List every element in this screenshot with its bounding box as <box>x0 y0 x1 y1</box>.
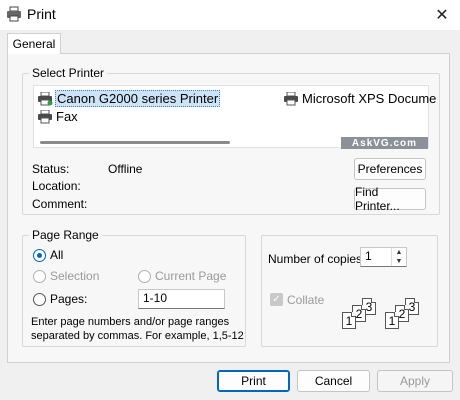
apply-button: Apply <box>377 370 453 392</box>
status-label: Status: <box>32 162 70 176</box>
printer-icon <box>38 91 53 105</box>
hint-line: separated by commas. For example, 1,5-12 <box>31 330 244 342</box>
status-value: Offline <box>108 162 143 176</box>
hint-line: Enter page numbers and/or page ranges <box>31 316 230 328</box>
page-range-hint: Enter page numbers and/or page ranges se… <box>31 315 251 343</box>
copies-spinner[interactable]: ▲ ▼ <box>391 248 406 266</box>
printer-item-canon[interactable]: Canon G2000 series Printer <box>37 90 221 107</box>
close-button[interactable]: ✕ <box>424 0 460 30</box>
printer-list[interactable]: Canon G2000 series Printer Microsoft XPS… <box>33 85 436 149</box>
radio-button[interactable] <box>33 292 46 306</box>
close-icon: ✕ <box>435 7 449 24</box>
collate-checkbox: ✓ <box>270 293 283 306</box>
radio-label: Current Page <box>155 269 227 283</box>
page-icon: 1 <box>385 312 399 329</box>
watermark: AskVG.com <box>341 137 428 149</box>
page-icon: 1 <box>342 312 356 329</box>
printer-icon <box>7 6 21 22</box>
tab-label: General <box>12 37 56 51</box>
title-bar: Print ✕ <box>0 0 460 30</box>
location-label: Location: <box>32 179 81 193</box>
printer-name: Microsoft XPS Docume <box>302 91 437 106</box>
printer-name: Canon G2000 series Printer <box>55 90 221 107</box>
tab-general[interactable]: General <box>7 33 61 54</box>
cancel-button[interactable]: Cancel <box>297 370 370 392</box>
radio-button <box>33 269 46 283</box>
comment-label: Comment: <box>32 197 88 211</box>
window-title: Print <box>27 6 56 22</box>
copies-label: Number of copies: <box>268 252 366 266</box>
printer-item-fax[interactable]: Fax <box>37 108 79 125</box>
printer-icon <box>284 91 298 105</box>
print-button[interactable]: Print <box>217 370 290 392</box>
collate-label: Collate <box>287 293 325 307</box>
radio-button <box>138 269 151 283</box>
radio-label: All <box>50 248 64 262</box>
printer-name: Fax <box>56 109 78 124</box>
collate-pages-icon: 3 2 1 <box>342 298 382 330</box>
radio-all[interactable]: All <box>33 248 63 262</box>
preferences-button[interactable]: Preferences <box>354 158 426 180</box>
radio-pages[interactable]: Pages: <box>33 292 87 306</box>
radio-current-page: Current Page <box>138 269 226 283</box>
spin-up-icon[interactable]: ▲ <box>392 248 406 257</box>
pages-input[interactable]: 1-10 <box>138 289 225 309</box>
radio-label: Pages: <box>50 292 88 306</box>
collate-pages-icon: 3 2 1 <box>385 298 425 330</box>
group-label: Select Printer <box>29 66 108 80</box>
fax-icon <box>38 109 52 123</box>
find-printer-button[interactable]: Find Printer... <box>354 185 426 213</box>
radio-button[interactable] <box>33 248 46 262</box>
radio-selection: Selection <box>33 269 99 283</box>
spin-down-icon[interactable]: ▼ <box>392 257 406 266</box>
horizontal-scrollbar[interactable] <box>40 141 230 144</box>
group-label: Page Range <box>29 228 102 242</box>
printer-item-xps[interactable]: Microsoft XPS Docume <box>283 90 437 107</box>
radio-label: Selection <box>50 269 100 283</box>
